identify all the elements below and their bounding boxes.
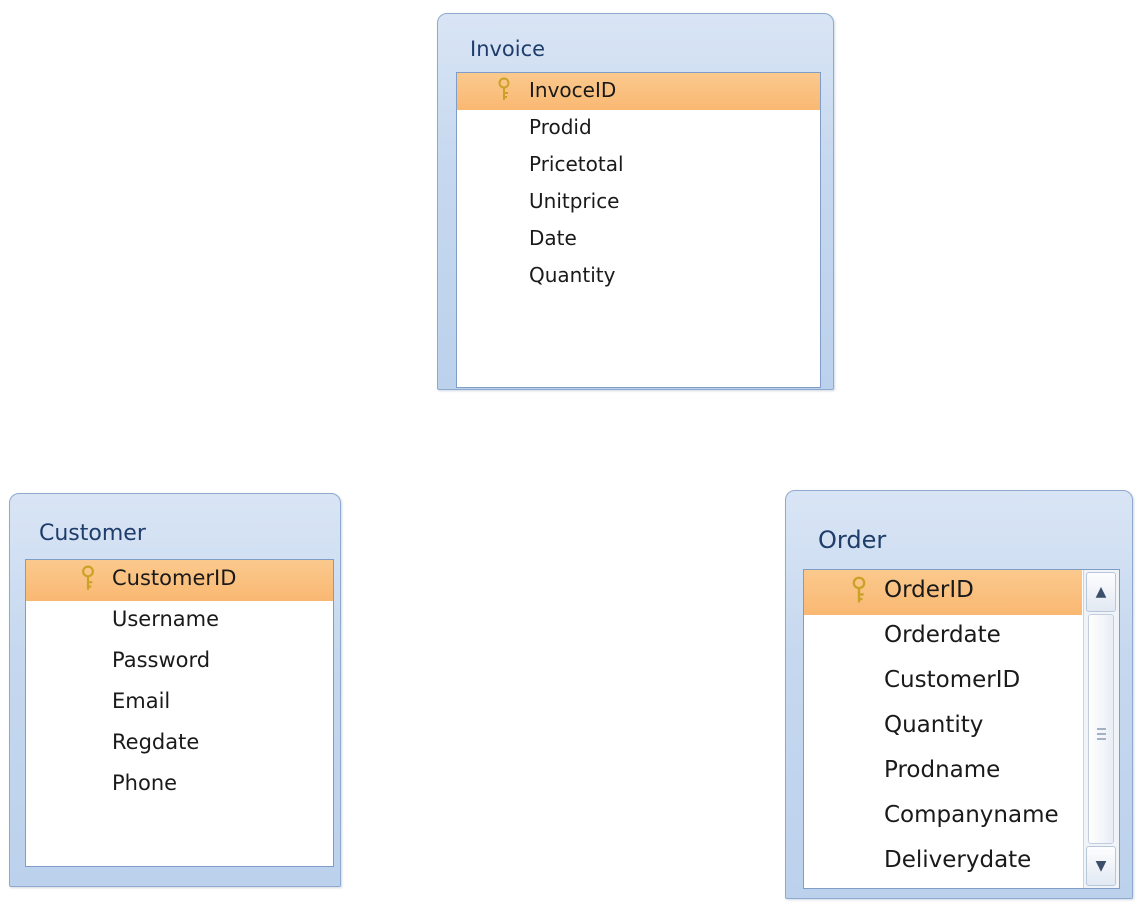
field-row-primary-key[interactable]: CustomerID [26,560,333,601]
scroll-thumb-grip [1097,738,1106,740]
field-label: Prodname [884,757,1001,783]
field-label: Regdate [112,730,200,754]
scroll-track[interactable] [1088,614,1114,844]
field-row[interactable]: Deliverydate [804,840,1082,885]
field-label: Date [529,226,577,250]
field-row[interactable]: Orderdate [804,615,1082,660]
field-list[interactable]: InvoceID Prodid Pricetotal Unitprice Dat… [456,72,821,388]
scroll-thumb-grip [1097,733,1106,735]
field-label: CustomerID [112,566,237,590]
scroll-up-arrow-icon[interactable]: ▲ [1086,572,1116,612]
field-row[interactable]: Quantity [804,705,1082,750]
field-row[interactable]: Phone [26,765,333,806]
field-row[interactable]: Date [457,221,820,258]
field-label: Quantity [884,712,984,738]
field-row[interactable]: Username [26,601,333,642]
vertical-scrollbar[interactable]: ▲ ▼ [1083,570,1119,888]
field-row[interactable]: Quantity [457,258,820,295]
scroll-thumb[interactable] [1088,614,1114,844]
field-list[interactable]: CustomerID Username Password Email Regda… [25,559,334,867]
field-row[interactable]: CustomerID [804,660,1082,705]
field-row[interactable]: Unitprice [457,184,820,221]
field-label: Username [112,607,220,631]
field-row-primary-key[interactable]: InvoceID [457,73,820,110]
field-row[interactable]: Prodid [457,110,820,147]
field-label: Password [112,648,211,672]
key-icon [495,77,513,108]
field-row[interactable]: Pricetotal [457,147,820,184]
field-label: Phone [112,771,178,795]
scroll-down-arrow-icon[interactable]: ▼ [1086,846,1116,886]
key-icon [78,565,98,598]
field-row-primary-key[interactable]: OrderID [804,570,1082,615]
field-row[interactable]: Prodname [804,750,1082,795]
field-row[interactable]: Companyname [804,795,1082,840]
field-row[interactable]: Email [26,683,333,724]
field-row[interactable]: Regdate [26,724,333,765]
field-label: Unitprice [529,189,620,213]
field-label: Deliverydate [884,847,1032,873]
field-label: InvoceID [529,78,617,102]
table-title[interactable]: Order [818,526,886,554]
field-label: Prodid [529,115,592,139]
field-label: Quantity [529,263,616,287]
field-label: CustomerID [884,667,1021,693]
field-label: Email [112,689,171,713]
table-title[interactable]: Customer [39,521,146,546]
field-label: Companyname [884,802,1059,828]
order-table-window[interactable]: Order OrderID Orderdate CustomerID Quant… [785,490,1133,899]
customer-table-window[interactable]: Customer CustomerID Username Password Em… [9,493,341,887]
invoice-table-window[interactable]: Invoice InvoceID Prodid Pricetotal Unitp… [437,13,834,390]
scroll-thumb-grip [1097,728,1106,730]
field-label: Pricetotal [529,152,624,176]
field-list[interactable]: OrderID Orderdate CustomerID Quantity Pr… [803,569,1120,889]
field-label: OrderID [884,577,974,603]
table-title[interactable]: Invoice [470,37,545,61]
field-row[interactable]: Password [26,642,333,683]
field-label: Orderdate [884,622,1001,648]
key-icon [848,576,870,612]
